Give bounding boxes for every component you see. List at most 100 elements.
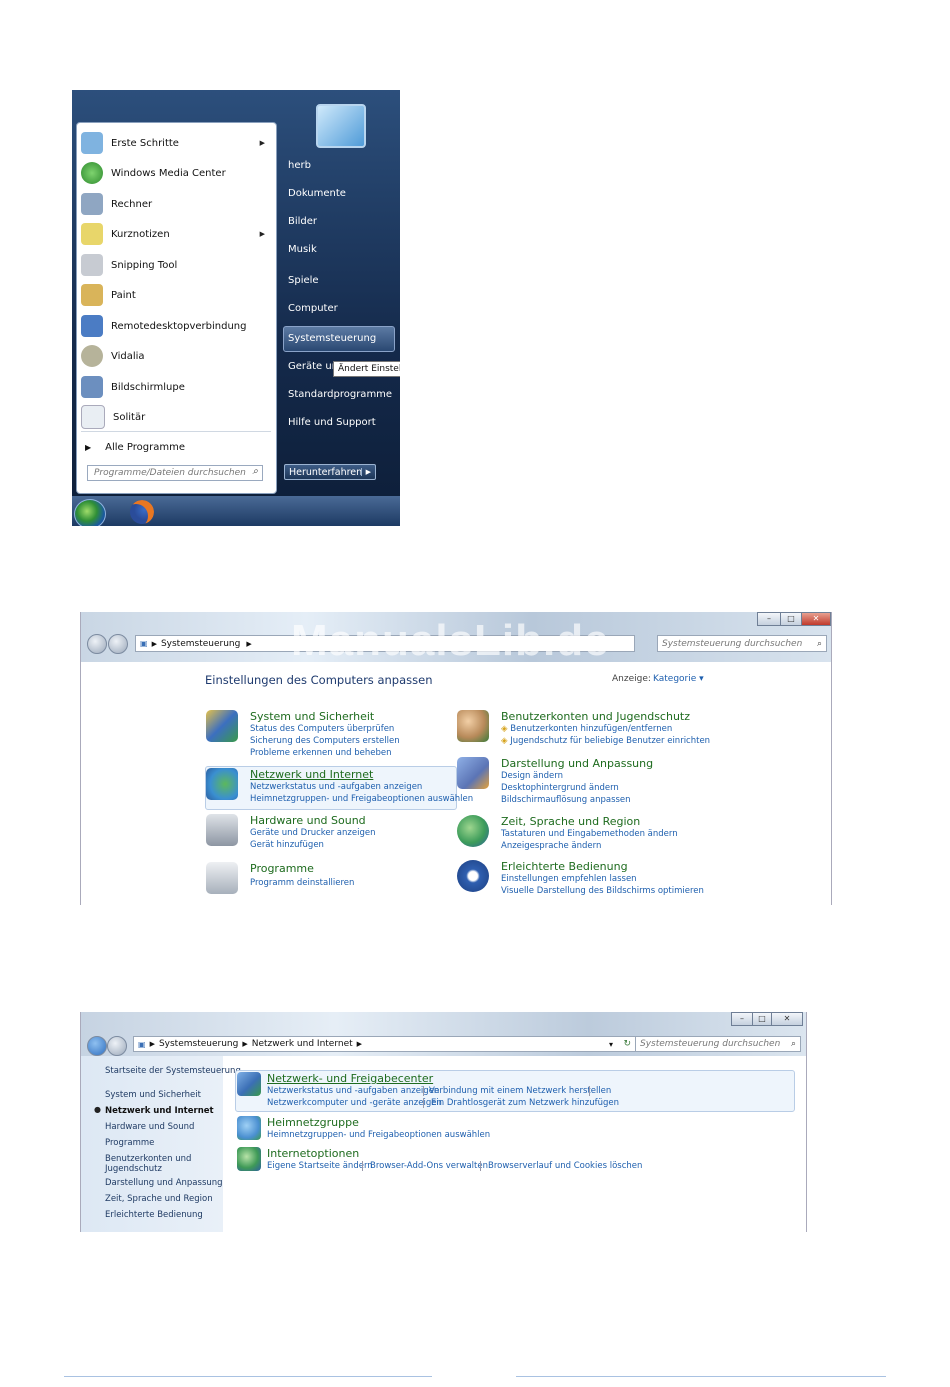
dropdown-arrow-icon[interactable]: ▾ bbox=[609, 1040, 613, 1049]
section-link[interactable]: Eigene Startseite ändern bbox=[267, 1161, 373, 1171]
program-remote-desktop[interactable]: Remotedesktopverbindung bbox=[81, 312, 271, 340]
close-button[interactable]: ✕ bbox=[801, 612, 831, 626]
sidebar-item-appearance[interactable]: Darstellung und Anpassung bbox=[105, 1178, 223, 1188]
category-title[interactable]: Programme bbox=[250, 862, 314, 875]
section-link[interactable]: Browserverlauf und Cookies löschen bbox=[488, 1161, 642, 1171]
category-link[interactable]: Status des Computers überprüfen bbox=[250, 724, 394, 734]
menu-item-user[interactable]: herb bbox=[288, 160, 311, 171]
control-panel-window: – □ ✕ ▣ ▶ Systemsteuerung ▶ ManualsLib.d… bbox=[80, 612, 832, 905]
menu-item-games[interactable]: Spiele bbox=[288, 275, 319, 286]
breadcrumb-item[interactable]: Netzwerk und Internet bbox=[252, 1039, 353, 1049]
search-input[interactable]: Systemsteuerung durchsuchen ⌕ bbox=[635, 1036, 801, 1052]
link-separator bbox=[423, 1086, 424, 1096]
sidebar-item-system-security[interactable]: System und Sicherheit bbox=[105, 1090, 201, 1100]
category-link[interactable]: Benutzerkonten hinzufügen/entfernen bbox=[510, 724, 672, 734]
sidebar-item-network-internet[interactable]: Netzwerk und Internet bbox=[105, 1106, 214, 1116]
category-link[interactable]: Gerät hinzufügen bbox=[250, 840, 324, 850]
forward-icon[interactable] bbox=[107, 1036, 127, 1056]
section-link[interactable]: Heimnetzgruppen- und Freigabeoptionen au… bbox=[267, 1130, 490, 1140]
sidebar-item-ease-of-access[interactable]: Erleichterte Bedienung bbox=[105, 1210, 203, 1220]
program-label: Snipping Tool bbox=[111, 259, 178, 271]
view-dropdown[interactable]: Kategorie ▾ bbox=[653, 674, 704, 684]
menu-item-control-panel[interactable]: Systemsteuerung bbox=[288, 333, 376, 344]
menu-item-pictures[interactable]: Bilder bbox=[288, 216, 317, 227]
program-paint[interactable]: Paint bbox=[81, 281, 271, 309]
section-title[interactable]: Netzwerk- und Freigabecenter bbox=[267, 1072, 433, 1085]
menu-item-music[interactable]: Musik bbox=[288, 244, 317, 255]
section-link[interactable]: Verbindung mit einem Netzwerk herstellen bbox=[429, 1086, 611, 1096]
back-icon[interactable] bbox=[87, 1036, 107, 1056]
footer-line-right bbox=[516, 1376, 886, 1377]
breadcrumb[interactable]: Systemsteuerung bbox=[161, 639, 240, 649]
sidebar-item-user-accounts-line2[interactable]: Jugendschutz bbox=[105, 1164, 162, 1174]
menu-item-default-programs[interactable]: Standardprogramme bbox=[288, 389, 392, 400]
category-link[interactable]: Jugendschutz für beliebige Benutzer einr… bbox=[510, 736, 710, 746]
back-icon[interactable] bbox=[87, 634, 107, 654]
category-link[interactable]: Desktophintergrund ändern bbox=[501, 783, 619, 793]
shutdown-options-arrow-icon[interactable]: ▶ bbox=[360, 468, 371, 476]
sidebar-item-home[interactable]: Startseite der Systemsteuerung bbox=[105, 1066, 241, 1076]
category-link[interactable]: Anzeigesprache ändern bbox=[501, 841, 601, 851]
category-title[interactable]: Hardware und Sound bbox=[250, 814, 366, 827]
program-vidalia[interactable]: Vidalia bbox=[81, 342, 271, 370]
sidebar-item-time-language[interactable]: Zeit, Sprache und Region bbox=[105, 1194, 213, 1204]
category-link-wrap[interactable]: ◈ Jugendschutz für beliebige Benutzer ei… bbox=[501, 736, 710, 746]
maximize-button[interactable]: □ bbox=[780, 612, 802, 626]
search-input[interactable]: Systemsteuerung durchsuchen ⌕ bbox=[657, 635, 827, 652]
firefox-icon[interactable] bbox=[130, 500, 154, 524]
program-snipping-tool[interactable]: Snipping Tool bbox=[81, 251, 271, 279]
category-link[interactable]: Visuelle Darstellung des Bildschirms opt… bbox=[501, 886, 704, 896]
all-programs-button[interactable]: ▶ Alle Programme bbox=[85, 433, 275, 461]
category-link[interactable]: Tastaturen und Eingabemethoden ändern bbox=[501, 829, 678, 839]
section-link[interactable]: Browser-Add-Ons verwalten bbox=[370, 1161, 488, 1171]
sidebar-item-programs[interactable]: Programme bbox=[105, 1138, 154, 1148]
category-link[interactable]: Programm deinstallieren bbox=[250, 878, 354, 888]
category-title[interactable]: Benutzerkonten und Jugendschutz bbox=[501, 710, 690, 723]
program-magnifier[interactable]: Bildschirmlupe bbox=[81, 373, 271, 401]
category-link[interactable]: Einstellungen empfehlen lassen bbox=[501, 874, 637, 884]
start-orb-icon[interactable] bbox=[74, 499, 106, 526]
menu-item-documents[interactable]: Dokumente bbox=[288, 188, 346, 199]
category-title[interactable]: Netzwerk und Internet bbox=[250, 768, 373, 781]
minimize-button[interactable]: – bbox=[731, 1012, 753, 1026]
category-link[interactable]: Design ändern bbox=[501, 771, 563, 781]
program-media-center[interactable]: Windows Media Center bbox=[81, 159, 271, 187]
section-title[interactable]: Heimnetzgruppe bbox=[267, 1116, 359, 1129]
category-link[interactable]: Heimnetzgruppen- und Freigabeoptionen au… bbox=[250, 794, 473, 804]
window-chrome: – □ ✕ ▣ ▶ Systemsteuerung ▶ Netzwerk und… bbox=[81, 1012, 806, 1056]
section-title[interactable]: Internetoptionen bbox=[267, 1147, 359, 1160]
menu-item-computer[interactable]: Computer bbox=[288, 303, 338, 314]
maximize-button[interactable]: □ bbox=[752, 1012, 772, 1026]
category-title[interactable]: Erleichterte Bedienung bbox=[501, 860, 628, 873]
program-solitaire[interactable]: Solitär bbox=[81, 403, 271, 431]
category-title[interactable]: Zeit, Sprache und Region bbox=[501, 815, 640, 828]
program-getting-started[interactable]: Erste Schritte ▶ bbox=[81, 129, 271, 157]
close-button[interactable]: ✕ bbox=[771, 1012, 803, 1026]
section-link[interactable]: Netzwerkstatus und -aufgaben anzeigen bbox=[267, 1086, 439, 1096]
minimize-button[interactable]: – bbox=[757, 612, 781, 626]
program-sticky-notes[interactable]: Kurznotizen ▶ bbox=[81, 220, 271, 248]
forward-icon[interactable] bbox=[108, 634, 128, 654]
sidebar-item-user-accounts[interactable]: Benutzerkonten und bbox=[105, 1154, 191, 1164]
refresh-icon[interactable]: ↻ bbox=[623, 1039, 631, 1049]
category-link[interactable]: Bildschirmauflösung anpassen bbox=[501, 795, 631, 805]
category-title[interactable]: Darstellung und Anpassung bbox=[501, 757, 653, 770]
shield-icon: ◈ bbox=[501, 724, 508, 734]
category-link[interactable]: Geräte und Drucker anzeigen bbox=[250, 828, 375, 838]
category-link[interactable]: Sicherung des Computers erstellen bbox=[250, 736, 400, 746]
view-value: Kategorie bbox=[653, 674, 697, 684]
section-link[interactable]: Netzwerkcomputer und -geräte anzeigen bbox=[267, 1098, 442, 1108]
shutdown-button[interactable]: Herunterfahren ▶ bbox=[284, 464, 376, 480]
sidebar-item-hardware-sound[interactable]: Hardware und Sound bbox=[105, 1122, 194, 1132]
link-separator bbox=[589, 1086, 590, 1096]
section-link[interactable]: Ein Drahtlosgerät zum Netzwerk hinzufüge… bbox=[431, 1098, 619, 1108]
menu-item-help[interactable]: Hilfe und Support bbox=[288, 417, 376, 428]
category-link[interactable]: Probleme erkennen und beheben bbox=[250, 748, 391, 758]
category-link-wrap[interactable]: ◈ Benutzerkonten hinzufügen/entfernen bbox=[501, 724, 672, 734]
start-search-input[interactable]: Programme/Dateien durchsuchen ⌕ bbox=[87, 465, 263, 481]
category-link[interactable]: Netzwerkstatus und -aufgaben anzeigen bbox=[250, 782, 422, 792]
breadcrumb-item[interactable]: Systemsteuerung bbox=[159, 1039, 238, 1049]
program-calculator[interactable]: Rechner bbox=[81, 190, 271, 218]
address-bar[interactable]: ▣ ▶ Systemsteuerung ▶ Netzwerk und Inter… bbox=[133, 1036, 638, 1052]
category-title[interactable]: System und Sicherheit bbox=[250, 710, 374, 723]
